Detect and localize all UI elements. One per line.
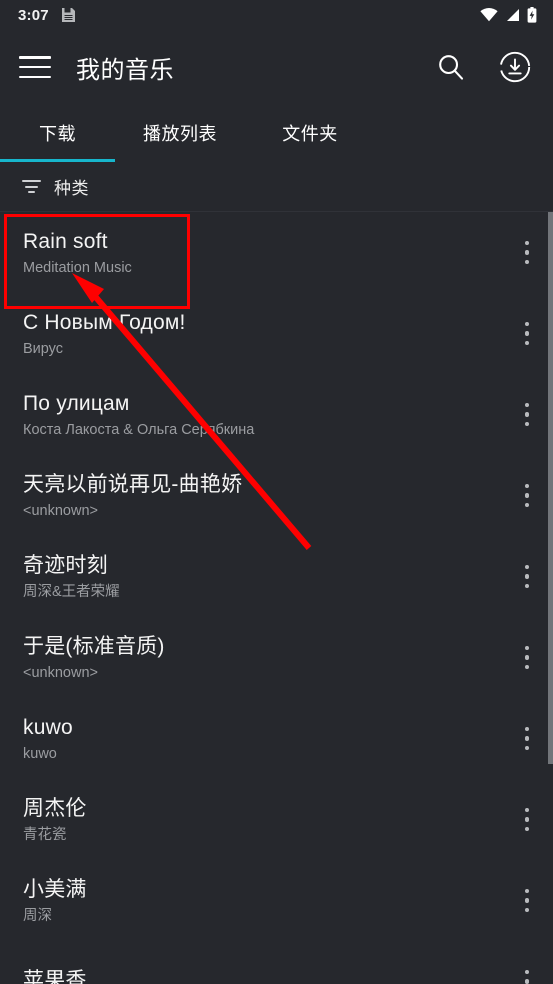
scrollbar-thumb[interactable] bbox=[548, 212, 553, 764]
sort-filter-row[interactable]: 种类 bbox=[0, 162, 553, 212]
song-title: 奇迹时刻 bbox=[23, 553, 108, 577]
tab-downloads[interactable]: 下载 bbox=[0, 120, 115, 146]
status-bar: 3:07 bbox=[0, 0, 553, 30]
tab-bar: 下载 播放列表 文件夹 bbox=[0, 104, 553, 162]
song-text: 小美满 周深 bbox=[23, 876, 501, 926]
status-notification-icons bbox=[61, 7, 76, 23]
song-title: 小美满 bbox=[23, 877, 87, 901]
hamburger-menu-icon[interactable] bbox=[19, 56, 51, 78]
song-title: С Новым Годом! bbox=[23, 310, 186, 334]
song-text: 天亮以前说再见-曲艳娇 <unknown> bbox=[23, 471, 501, 521]
song-artist: 周深&王者荣耀 bbox=[23, 583, 120, 600]
more-vertical-icon[interactable] bbox=[501, 536, 553, 617]
filter-line bbox=[28, 191, 35, 193]
more-vertical-icon[interactable] bbox=[501, 698, 553, 779]
song-text: kuwo kuwo bbox=[23, 714, 501, 764]
music-app-screen: 3:07 我的音乐 下载 播放列表 文件夹 种类 Rain soft Medit… bbox=[0, 0, 553, 984]
more-vertical-icon[interactable] bbox=[501, 860, 553, 941]
song-title: 苹果香 bbox=[23, 968, 87, 984]
list-item[interactable]: С Новым Годом! Вирус bbox=[0, 293, 553, 374]
list-item[interactable]: kuwo kuwo bbox=[0, 698, 553, 779]
tab-playlists[interactable]: 播放列表 bbox=[115, 120, 245, 146]
filter-line bbox=[22, 180, 41, 182]
song-artist: kuwo bbox=[23, 745, 57, 762]
song-artist: 青花瓷 bbox=[23, 826, 67, 843]
download-progress-icon bbox=[498, 50, 532, 84]
song-text: 奇迹时刻 周深&王者荣耀 bbox=[23, 552, 501, 602]
song-text: 苹果香 bbox=[23, 967, 501, 984]
song-title: 于是(标准音质) bbox=[23, 634, 165, 658]
hamburger-line bbox=[19, 65, 51, 69]
list-item[interactable]: Rain soft Meditation Music bbox=[0, 212, 553, 293]
song-artist: Meditation Music bbox=[23, 259, 132, 276]
more-vertical-icon[interactable] bbox=[501, 455, 553, 536]
song-title: kuwo bbox=[23, 715, 73, 739]
wifi-icon bbox=[480, 8, 498, 22]
song-text: С Новым Годом! Вирус bbox=[23, 309, 501, 359]
song-artist: Вирус bbox=[23, 340, 64, 357]
list-item[interactable]: 苹果香 bbox=[0, 941, 553, 984]
song-artist: <unknown> bbox=[23, 664, 98, 681]
song-title: Rain soft bbox=[23, 229, 108, 253]
song-title: 天亮以前说再见-曲艳娇 bbox=[23, 472, 243, 496]
filter-line bbox=[25, 185, 38, 188]
status-time: 3:07 bbox=[18, 6, 49, 24]
list-item[interactable]: 小美满 周深 bbox=[0, 860, 553, 941]
save-icon bbox=[61, 7, 76, 23]
hamburger-line bbox=[19, 75, 51, 78]
battery-charging-icon bbox=[527, 7, 537, 23]
song-text: Rain soft Meditation Music bbox=[23, 228, 501, 278]
list-item[interactable]: 天亮以前说再见-曲艳娇 <unknown> bbox=[0, 455, 553, 536]
song-title: По улицам bbox=[23, 391, 130, 415]
song-title: 周杰伦 bbox=[23, 796, 87, 820]
sort-filter-icon bbox=[22, 180, 41, 193]
list-scrollbar[interactable] bbox=[548, 212, 553, 984]
hamburger-line bbox=[19, 56, 51, 59]
search-icon bbox=[436, 52, 466, 82]
sort-filter-label: 种类 bbox=[54, 179, 89, 198]
app-bar: 我的音乐 bbox=[0, 30, 553, 104]
song-text: 于是(标准音质) <unknown> bbox=[23, 633, 501, 683]
more-vertical-icon[interactable] bbox=[501, 941, 553, 984]
more-vertical-icon[interactable] bbox=[501, 212, 553, 293]
search-button[interactable] bbox=[433, 49, 469, 85]
active-tab-indicator bbox=[0, 159, 115, 162]
list-item[interactable]: 奇迹时刻 周深&王者荣耀 bbox=[0, 536, 553, 617]
more-vertical-icon[interactable] bbox=[501, 617, 553, 698]
app-bar-actions bbox=[433, 49, 533, 85]
list-item[interactable]: 周杰伦 青花瓷 bbox=[0, 779, 553, 860]
status-system-icons bbox=[480, 7, 543, 23]
song-artist: 周深 bbox=[23, 907, 52, 924]
tab-folders[interactable]: 文件夹 bbox=[245, 120, 375, 146]
song-text: По улицам Коста Лакоста & Ольга Серябкин… bbox=[23, 390, 501, 440]
cellular-signal-icon bbox=[505, 8, 520, 22]
more-vertical-icon[interactable] bbox=[501, 293, 553, 374]
more-vertical-icon[interactable] bbox=[501, 374, 553, 455]
list-item[interactable]: 于是(标准音质) <unknown> bbox=[0, 617, 553, 698]
song-artist: <unknown> bbox=[23, 502, 98, 519]
song-text: 周杰伦 青花瓷 bbox=[23, 795, 501, 845]
list-item[interactable]: По улицам Коста Лакоста & Ольга Серябкин… bbox=[0, 374, 553, 455]
song-list: Rain soft Meditation Music С Новым Годом… bbox=[0, 212, 553, 984]
song-artist: Коста Лакоста & Ольга Серябкина bbox=[23, 421, 255, 438]
more-vertical-icon[interactable] bbox=[501, 779, 553, 860]
downloads-button[interactable] bbox=[497, 49, 533, 85]
page-title: 我的音乐 bbox=[76, 56, 174, 84]
